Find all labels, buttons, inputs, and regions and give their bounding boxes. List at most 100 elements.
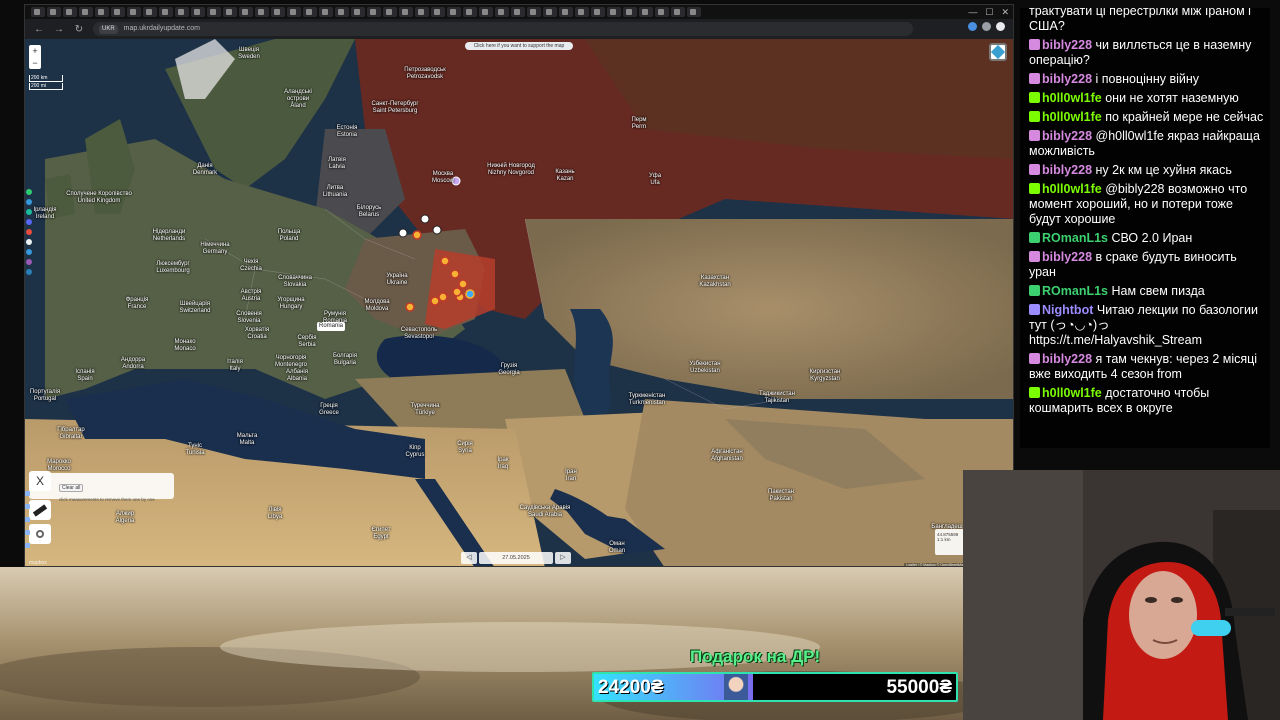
browser-tab[interactable] (63, 7, 77, 17)
coordinate-box: 44.875599 1:1 km (935, 529, 965, 555)
browser-tab[interactable] (591, 7, 605, 17)
browser-tab[interactable] (559, 7, 573, 17)
zoom-in-button[interactable]: + (32, 46, 37, 56)
chat-text: по крайней мере не сейчас (1105, 110, 1264, 124)
label-saudi: Саудівська Аравія Saudi Arabia (519, 505, 571, 518)
tool-icon[interactable] (25, 543, 30, 548)
browser-tab[interactable] (111, 7, 125, 17)
browser-tab[interactable] (543, 7, 557, 17)
browser-tab[interactable] (287, 7, 301, 17)
browser-tab[interactable] (335, 7, 349, 17)
zoom-out-button[interactable]: − (32, 58, 37, 68)
browser-tab[interactable] (95, 7, 109, 17)
minimize-button[interactable]: — (968, 7, 977, 17)
extension-icon[interactable] (968, 22, 977, 31)
chat-username[interactable]: bibly228 (1042, 163, 1092, 177)
date-field[interactable]: 27.05.2025 (479, 552, 553, 564)
browser-tab[interactable] (255, 7, 269, 17)
tool-icon[interactable] (25, 517, 30, 522)
chat-username[interactable]: h0ll0wl1fe (1042, 110, 1102, 124)
browser-tab[interactable] (239, 7, 253, 17)
browser-tab[interactable] (79, 7, 93, 17)
browser-tab[interactable] (463, 7, 477, 17)
browser-tab[interactable] (175, 7, 189, 17)
reload-button[interactable]: ↻ (73, 24, 85, 35)
map-canvas[interactable]: Швеція Sweden Аландські острови Åland Естон… (25, 39, 1013, 566)
browser-tab[interactable] (351, 7, 365, 17)
browser-tab[interactable] (431, 7, 445, 17)
browser-tab[interactable] (623, 7, 637, 17)
shortcut-icon[interactable] (26, 189, 32, 195)
tool-icon[interactable] (25, 491, 30, 496)
next-date-button[interactable]: ▷ (555, 552, 571, 564)
chat-username[interactable]: h0ll0wl1fe (1042, 182, 1102, 196)
shortcut-icon[interactable] (26, 239, 32, 245)
browser-tab[interactable] (479, 7, 493, 17)
chat-message-partial: трактувати ці перестрілки між Іраном і С… (1029, 8, 1251, 33)
shortcut-icon[interactable] (26, 219, 32, 225)
chat-username[interactable]: bibly228 (1042, 129, 1092, 143)
browser-tab[interactable] (671, 7, 685, 17)
tool-icon[interactable] (25, 530, 30, 535)
browser-tab[interactable] (639, 7, 653, 17)
browser-tab[interactable] (47, 7, 61, 17)
chat-username[interactable]: h0ll0wl1fe (1042, 91, 1102, 105)
browser-tab[interactable] (207, 7, 221, 17)
chat-username[interactable]: bibly228 (1042, 352, 1092, 366)
chat-message: bibly228 я там чекнув: через 2 місяці вж… (1029, 352, 1264, 382)
browser-tab[interactable] (447, 7, 461, 17)
browser-tab[interactable] (271, 7, 285, 17)
browser-tab[interactable] (383, 7, 397, 17)
browser-tab[interactable] (191, 7, 205, 17)
prev-date-button[interactable]: ◁ (461, 552, 477, 564)
date-navigator: ◁ 27.05.2025 ▷ (461, 552, 571, 564)
chat-username[interactable]: ROmanL1s (1042, 284, 1108, 298)
browser-tab[interactable] (607, 7, 621, 17)
support-banner[interactable]: Click here if you want to support the ma… (465, 42, 573, 50)
tool-icon[interactable] (25, 504, 30, 509)
chat-username[interactable]: bibly228 (1042, 250, 1092, 264)
browser-tab[interactable] (367, 7, 381, 17)
browser-tab[interactable] (687, 7, 701, 17)
chat-username[interactable]: Nightbot (1042, 303, 1093, 317)
browser-tab[interactable] (319, 7, 333, 17)
forward-button[interactable]: → (53, 24, 65, 35)
back-button[interactable]: ← (33, 24, 45, 35)
clear-all-button[interactable]: Clear all (59, 484, 84, 492)
browser-tab[interactable] (495, 7, 509, 17)
browser-tab[interactable] (127, 7, 141, 17)
shortcut-icon[interactable] (26, 249, 32, 255)
browser-tab[interactable] (223, 7, 237, 17)
scale-km: 200 km (29, 75, 63, 82)
measure-close-button[interactable]: X (29, 471, 51, 491)
maximize-button[interactable]: ☐ (985, 7, 993, 17)
chat-username[interactable]: bibly228 (1042, 38, 1092, 52)
locate-button[interactable] (29, 524, 51, 544)
browser-tab[interactable] (655, 7, 669, 17)
browser-tab[interactable] (527, 7, 541, 17)
profile-icon[interactable] (996, 22, 1005, 31)
shortcut-icon[interactable] (26, 209, 32, 215)
layers-button[interactable] (989, 43, 1007, 61)
url-field[interactable]: UKR map.ukrdailyupdate.com (93, 22, 913, 36)
chat-username[interactable]: ROmanL1s (1042, 231, 1108, 245)
browser-tab[interactable] (415, 7, 429, 17)
chat-username[interactable]: bibly228 (1042, 72, 1092, 86)
shortcut-icon[interactable] (26, 229, 32, 235)
browser-tab[interactable] (575, 7, 589, 17)
browser-tab[interactable] (303, 7, 317, 17)
chat-username[interactable]: h0ll0wl1fe (1042, 386, 1102, 400)
browser-tab[interactable] (31, 7, 45, 17)
browser-tab[interactable] (511, 7, 525, 17)
shortcut-icon[interactable] (26, 199, 32, 205)
browser-tab[interactable] (143, 7, 157, 17)
extension-icon[interactable] (982, 22, 991, 31)
browser-tab[interactable] (159, 7, 173, 17)
layers-icon (990, 44, 1006, 60)
close-button[interactable]: ✕ (1001, 7, 1009, 17)
browser-tab[interactable] (399, 7, 413, 17)
ruler-button[interactable] (29, 500, 51, 520)
shortcut-icon[interactable] (26, 269, 32, 275)
shortcut-icon[interactable] (26, 259, 32, 265)
label-slovenia: Словенія Slovenia (236, 311, 262, 324)
